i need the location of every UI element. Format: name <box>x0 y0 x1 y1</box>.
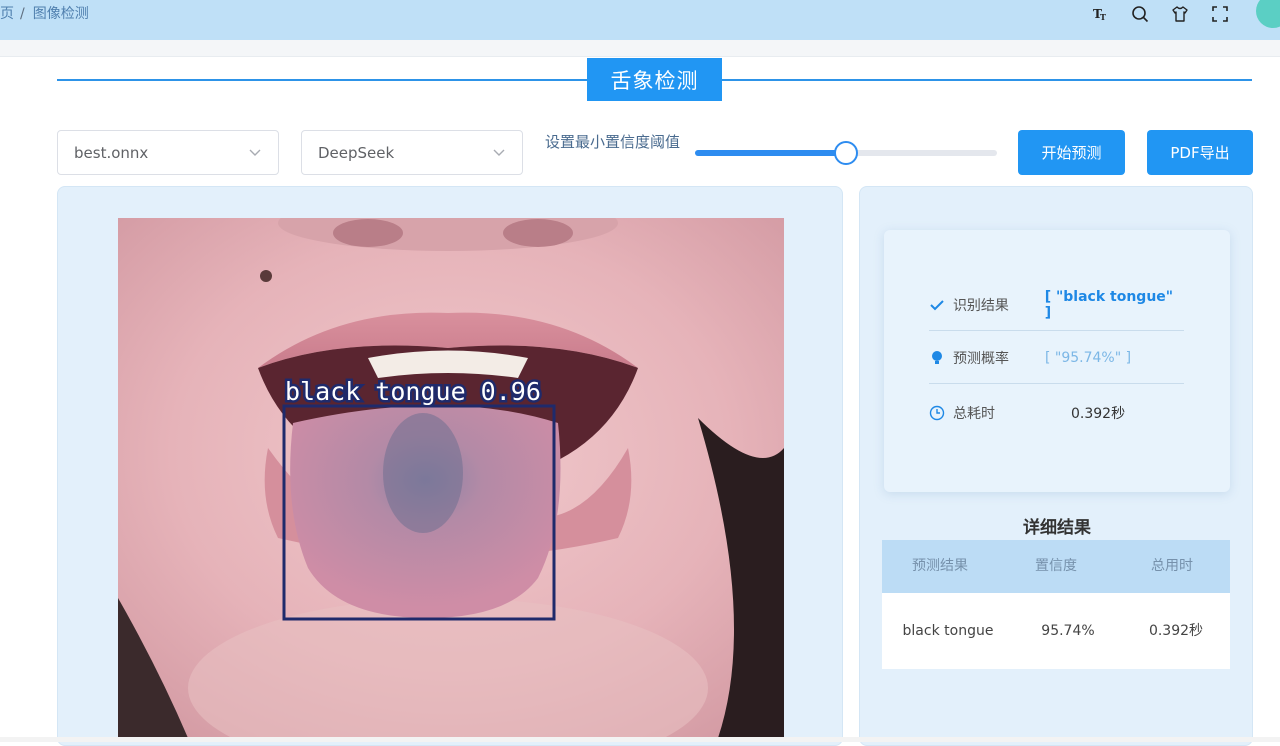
chevron-down-icon <box>493 149 505 156</box>
result-value: [ "black tongue" ] <box>1044 288 1174 321</box>
shirt-icon[interactable] <box>1160 4 1200 24</box>
time-row: 总耗时 0.392秒 <box>929 387 1184 439</box>
result-row: 识别结果 [ "black tongue" ] <box>929 279 1184 331</box>
result-panel: 识别结果 [ "black tongue" ] 预测概率 [ "95.74%" … <box>859 186 1253 746</box>
table-header: 预测结果 置信度 总用时 <box>882 540 1230 593</box>
breadcrumb: 页 / 图像检测 <box>0 3 89 23</box>
check-icon <box>929 297 953 313</box>
breadcrumb-current: 图像检测 <box>32 6 89 22</box>
header-toolbar: TT <box>1080 4 1240 24</box>
clock-icon <box>929 405 953 421</box>
threshold-slider[interactable] <box>695 140 997 165</box>
detection-image: black tongue 0.96 <box>118 218 784 738</box>
fullscreen-icon[interactable] <box>1200 4 1240 24</box>
chevron-down-icon <box>249 149 261 156</box>
pdf-export-button[interactable]: PDF导出 <box>1147 130 1253 175</box>
detail-title: 详细结果 <box>1023 518 1091 538</box>
probability-value: [ "95.74%" ] <box>1045 349 1132 366</box>
breadcrumb-home[interactable]: 页 <box>0 6 14 22</box>
model-select-value: best.onnx <box>74 143 149 162</box>
table-cell: 95.74% <box>1041 622 1095 639</box>
threshold-label: 设置最小置信度阈值 <box>545 133 681 151</box>
tabs-strip <box>0 40 1280 57</box>
table-row: black tongue 95.74% 0.392秒 <box>882 593 1230 669</box>
time-label: 总耗时 <box>953 406 995 422</box>
top-header: 页 / 图像检测 TT <box>0 0 1280 40</box>
time-value: 0.392秒 <box>1071 406 1126 422</box>
start-predict-button[interactable]: 开始预测 <box>1018 130 1125 175</box>
table-cell: black tongue <box>902 622 994 639</box>
header-cell: 预测结果 <box>912 558 968 574</box>
llm-select-value: DeepSeek <box>318 143 395 162</box>
table-cell: 0.392秒 <box>1148 622 1204 639</box>
result-label: 识别结果 <box>952 297 1009 314</box>
detection-label: black tongue 0.96 <box>285 377 541 406</box>
page-title: 舌象检测 <box>587 58 722 101</box>
font-size-icon[interactable]: TT <box>1080 4 1120 24</box>
model-select[interactable]: best.onnx <box>57 130 279 175</box>
bottom-strip <box>0 737 1280 742</box>
header-cell: 总用时 <box>1151 558 1193 574</box>
slider-thumb[interactable] <box>834 141 858 165</box>
llm-select[interactable]: DeepSeek <box>301 130 523 175</box>
user-avatar[interactable] <box>1256 0 1280 28</box>
header-cell: 置信度 <box>1035 558 1077 574</box>
bulb-icon <box>929 350 953 366</box>
probability-label: 预测概率 <box>953 350 1009 367</box>
search-icon[interactable] <box>1120 4 1160 24</box>
svg-text:T: T <box>1100 12 1106 22</box>
summary-card: 识别结果 [ "black tongue" ] 预测概率 [ "95.74%" … <box>884 230 1230 492</box>
detail-table: 预测结果 置信度 总用时 black tongue 95.74% 0.392秒 <box>882 540 1230 669</box>
slider-fill <box>695 150 846 156</box>
probability-row: 预测概率 [ "95.74%" ] <box>929 332 1184 384</box>
breadcrumb-separator: / <box>20 6 25 22</box>
image-panel: black tongue 0.96 <box>57 186 843 746</box>
